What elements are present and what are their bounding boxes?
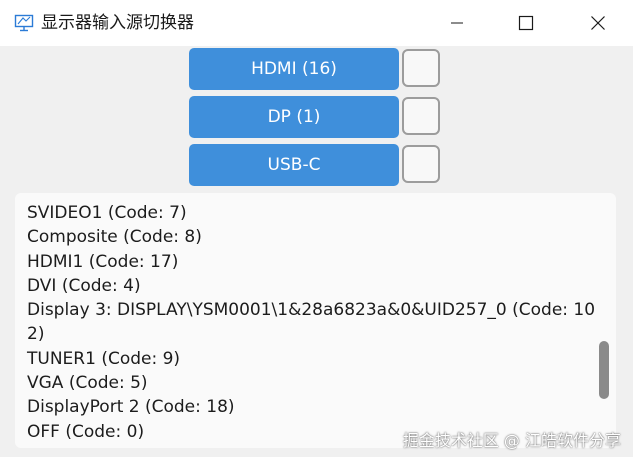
close-button[interactable] (575, 0, 621, 46)
list-items: SVIDEO1 (Code: 7) Composite (Code: 8) HD… (27, 201, 597, 444)
window-title: 显示器输入源切换器 (41, 13, 194, 33)
list-item[interactable]: Display 3: DISPLAY\YSM0001\1&28a6823a&0&… (27, 298, 597, 347)
maximize-button[interactable] (503, 0, 549, 46)
minimize-button[interactable] (434, 0, 480, 46)
list-item[interactable]: HDMI1 (Code: 17) (27, 250, 597, 274)
source-button-dp[interactable]: DP (1) (189, 96, 399, 138)
list-item[interactable]: DisplayPort 2 (Code: 18) (27, 395, 597, 419)
list-item[interactable]: TUNER1 (Code: 9) (27, 347, 597, 371)
maximize-icon (518, 15, 534, 31)
minimize-icon (451, 22, 463, 24)
watermark: 掘金技术社区 @ 江皓软件分享 (402, 431, 621, 450)
source-checkbox-hdmi[interactable] (402, 49, 440, 87)
scrollbar-thumb[interactable] (599, 341, 609, 399)
list-item[interactable]: Composite (Code: 8) (27, 225, 597, 249)
title-bar: 显示器输入源切换器 (0, 0, 633, 46)
input-source-list[interactable]: SVIDEO1 (Code: 7) Composite (Code: 8) HD… (15, 193, 616, 448)
source-button-hdmi[interactable]: HDMI (16) (189, 48, 399, 90)
list-item[interactable]: SVIDEO1 (Code: 7) (27, 201, 597, 225)
monitor-icon (14, 13, 34, 33)
source-button-usbc[interactable]: USB-C (189, 144, 399, 186)
list-item[interactable]: VGA (Code: 5) (27, 371, 597, 395)
list-item[interactable]: DVI (Code: 4) (27, 274, 597, 298)
close-icon (591, 16, 605, 30)
source-checkbox-dp[interactable] (402, 97, 440, 135)
source-checkbox-usbc[interactable] (402, 145, 440, 183)
